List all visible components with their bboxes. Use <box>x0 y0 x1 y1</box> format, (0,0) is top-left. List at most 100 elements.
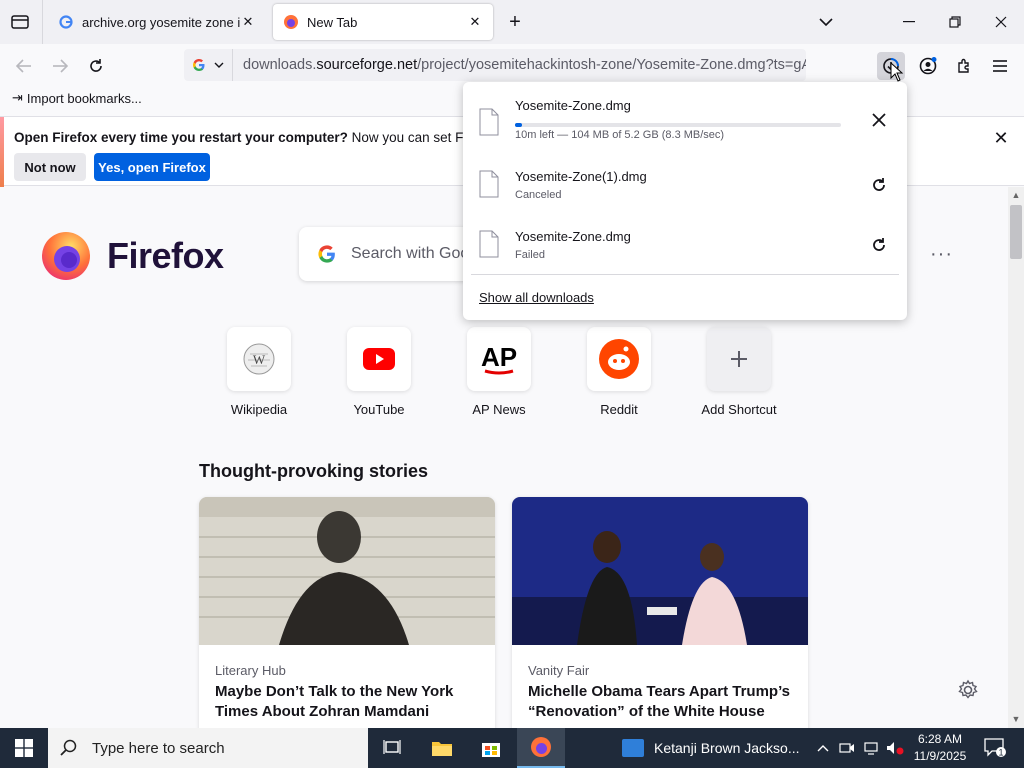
file-icon <box>479 108 499 136</box>
import-bookmarks-label: Import bookmarks... <box>26 90 142 106</box>
import-bookmarks-link[interactable]: ⇥ Import bookmarks... <box>12 90 142 106</box>
ap-news-icon: AP <box>467 327 531 391</box>
notification-count: 1 <box>998 748 1003 758</box>
yes-open-firefox-button[interactable]: Yes, open Firefox <box>94 153 210 181</box>
notification-accent-stripe <box>0 117 4 187</box>
firefox-taskbar-button[interactable] <box>517 728 565 768</box>
tab-title: archive.org yosemite zone iso - <box>82 14 240 30</box>
cancel-download-button[interactable] <box>868 109 890 131</box>
tab-archive[interactable]: archive.org yosemite zone iso - ✕ <box>48 4 266 40</box>
retry-download-button[interactable] <box>868 174 890 196</box>
close-tab-icon[interactable]: ✕ <box>240 14 256 30</box>
close-notification-icon[interactable]: ✕ <box>988 125 1014 151</box>
action-center-button[interactable]: 1 <box>982 736 1008 760</box>
shortcut-reddit[interactable]: Reddit <box>559 327 679 417</box>
shortcut-label: YouTube <box>353 402 405 417</box>
file-explorer-button[interactable] <box>418 728 466 768</box>
account-icon <box>919 57 937 75</box>
shortcut-wikipedia[interactable]: W Wikipedia <box>199 327 319 417</box>
tab-strip: archive.org yosemite zone iso - ✕ New Ta… <box>0 0 1024 44</box>
story-source: Literary Hub <box>215 663 286 678</box>
tab-new-tab[interactable]: New Tab ✕ <box>273 4 493 40</box>
retry-download-button[interactable] <box>868 234 890 256</box>
close-window-button[interactable] <box>978 0 1024 44</box>
folder-icon <box>432 742 452 756</box>
shortcut-add[interactable]: Add Shortcut <box>679 327 799 417</box>
account-button[interactable] <box>914 52 942 80</box>
puzzle-icon <box>958 58 969 73</box>
minimize-icon <box>903 21 915 23</box>
chevron-down-icon <box>214 62 224 68</box>
scroll-up-icon[interactable]: ▲ <box>1011 190 1021 200</box>
story-image <box>512 497 808 645</box>
download-progress-fill <box>515 123 522 127</box>
news-icon <box>622 739 644 757</box>
forward-button[interactable] <box>46 52 74 80</box>
firefox-wordmark: Firefox <box>107 235 224 276</box>
show-all-downloads-link[interactable]: Show all downloads <box>479 290 594 305</box>
story-source: Vanity Fair <box>528 663 590 678</box>
back-button[interactable] <box>10 52 38 80</box>
network-icon[interactable] <box>861 738 881 758</box>
url-bar[interactable]: downloads.sourceforge.net/project/yosemi… <box>184 49 806 81</box>
scroll-down-icon[interactable]: ▼ <box>1011 714 1021 724</box>
store-icon <box>482 743 500 757</box>
start-button[interactable] <box>0 728 48 768</box>
task-view-button[interactable] <box>368 728 416 768</box>
page-scrollbar[interactable]: ▲ ▼ <box>1008 187 1024 728</box>
restore-button[interactable] <box>932 0 978 44</box>
new-tab-button[interactable]: + <box>503 10 527 34</box>
story-card[interactable]: Literary Hub Maybe Don’t Talk to the New… <box>199 497 495 728</box>
story-card[interactable]: Vanity Fair Michelle Obama Tears Apart T… <box>512 497 808 728</box>
taskbar-search-input[interactable]: Type here to search <box>48 728 368 768</box>
close-icon <box>872 113 886 127</box>
tab-title: New Tab <box>307 14 358 30</box>
mouse-cursor-icon <box>890 62 904 82</box>
stories-heading: Thought-provoking stories <box>199 461 428 481</box>
shortcut-label: Add Shortcut <box>701 402 777 417</box>
list-all-tabs-button[interactable] <box>814 10 838 34</box>
download-filename: Yosemite-Zone(1).dmg <box>515 169 647 184</box>
close-tab-icon[interactable]: ✕ <box>467 14 483 30</box>
minimize-button[interactable] <box>886 0 932 44</box>
file-icon <box>479 170 499 198</box>
search-placeholder: Type here to search <box>92 739 225 757</box>
shortcut-ap-news[interactable]: AP AP News <box>439 327 559 417</box>
system-clock[interactable]: 6:28 AM 11/9/2025 <box>906 731 974 765</box>
notification-message: Open Firefox every time you restart your… <box>14 130 523 145</box>
firefox-view-icon <box>11 15 29 29</box>
url-text[interactable]: downloads.sourceforge.net/project/yosemi… <box>233 57 806 73</box>
svg-text:W: W <box>253 352 266 367</box>
search-engine-button[interactable] <box>184 49 233 81</box>
news-widget[interactable]: Ketanji Brown Jackso... <box>614 728 804 768</box>
navigation-toolbar: downloads.sourceforge.net/project/yosemi… <box>0 44 1024 86</box>
store-button[interactable] <box>467 728 515 768</box>
shortcut-youtube[interactable]: YouTube <box>319 327 439 417</box>
settings-gear-icon[interactable] <box>957 679 979 701</box>
meet-now-icon[interactable] <box>837 738 857 758</box>
reddit-icon <box>587 327 651 391</box>
download-item[interactable]: Yosemite-Zone.dmg Failed <box>463 214 907 274</box>
file-icon <box>479 230 499 258</box>
download-item[interactable]: Yosemite-Zone(1).dmg Canceled <box>463 154 907 214</box>
search-icon <box>60 739 77 756</box>
reload-button[interactable] <box>82 52 110 80</box>
more-options-icon[interactable]: ··· <box>930 243 953 266</box>
app-menu-button[interactable] <box>986 52 1014 80</box>
not-now-button[interactable]: Not now <box>14 153 86 181</box>
reload-icon <box>90 59 102 72</box>
firefox-icon <box>531 737 551 757</box>
volume-muted-icon[interactable] <box>885 738 905 758</box>
tab-separator <box>42 0 43 44</box>
show-hidden-icons-button[interactable] <box>813 738 833 758</box>
story-headline: Michelle Obama Tears Apart Trump’s “Reno… <box>528 683 791 720</box>
shortcut-label: AP News <box>472 402 526 417</box>
hamburger-menu-icon <box>993 60 1007 72</box>
download-item[interactable]: Yosemite-Zone.dmg 10m left — 104 MB of 5… <box>463 88 907 148</box>
firefox-view-button[interactable] <box>8 10 32 34</box>
clock-date: 11/9/2025 <box>913 749 967 763</box>
chevron-down-icon <box>819 17 833 26</box>
scroll-thumb[interactable] <box>1010 205 1022 259</box>
download-filename: Yosemite-Zone.dmg <box>515 98 631 113</box>
extensions-button[interactable] <box>950 52 978 80</box>
